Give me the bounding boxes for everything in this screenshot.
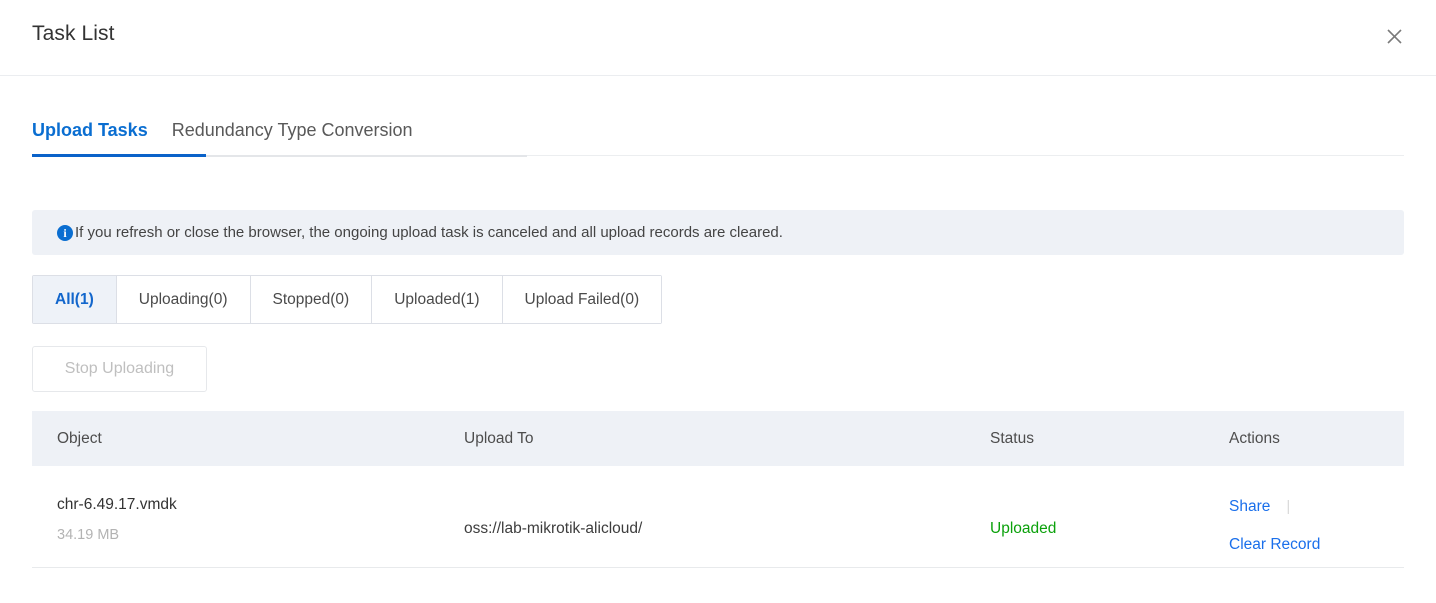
column-header-upload-to: Upload To — [464, 429, 534, 447]
object-size: 34.19 MB — [57, 526, 120, 543]
cell-object: chr-6.49.17.vmdk 34.19 MB — [32, 466, 464, 542]
stop-uploading-button[interactable]: Stop Uploading — [32, 346, 207, 392]
tab-upload-tasks[interactable]: Upload Tasks — [32, 120, 148, 155]
cell-status: Uploaded — [990, 466, 1229, 537]
table-header-row: Object Upload To Status Actions — [32, 411, 1404, 466]
object-name: chr-6.49.17.vmdk — [57, 496, 177, 513]
info-banner-text: If you refresh or close the browser, the… — [75, 224, 783, 241]
column-header-object: Object — [57, 429, 102, 447]
cell-actions: Share | Clear Record — [1229, 466, 1404, 552]
info-circle-icon: i — [57, 224, 73, 241]
column-header-actions: Actions — [1229, 429, 1280, 447]
clear-record-link[interactable]: Clear Record — [1229, 536, 1320, 553]
status-filter-group: All(1) Uploading(0) Stopped(0) Uploaded(… — [32, 275, 663, 324]
dialog-header: Task List — [0, 0, 1436, 76]
filter-uploaded[interactable]: Uploaded(1) — [372, 276, 503, 323]
share-link[interactable]: Share — [1229, 499, 1270, 515]
tab-rail-primary — [206, 155, 527, 157]
upload-tasks-table: Object Upload To Status Actions chr-6.49… — [32, 411, 1404, 568]
page-title: Task List — [32, 22, 115, 45]
filter-stopped[interactable]: Stopped(0) — [250, 276, 373, 323]
action-row-share: Share | — [1229, 499, 1404, 515]
active-tab-underline — [32, 154, 206, 157]
info-banner: i If you refresh or close the browser, t… — [32, 210, 1404, 255]
action-row-clear-record: Clear Record — [1229, 536, 1404, 553]
status-badge: Uploaded — [990, 520, 1057, 537]
filter-all[interactable]: All(1) — [33, 276, 117, 323]
action-separator: | — [1286, 498, 1291, 516]
table-row: chr-6.49.17.vmdk 34.19 MB oss://lab-mikr… — [32, 466, 1404, 568]
upload-to-path: oss://lab-mikrotik-alicloud/ — [464, 520, 643, 537]
close-icon[interactable] — [1380, 22, 1408, 50]
cell-upload-to: oss://lab-mikrotik-alicloud/ — [464, 466, 990, 537]
tab-rail-secondary — [527, 155, 1404, 156]
tab-redundancy-type-conversion[interactable]: Redundancy Type Conversion — [172, 120, 413, 155]
tab-bar: Upload Tasks Redundancy Type Conversion — [0, 120, 1436, 168]
filter-uploading[interactable]: Uploading(0) — [116, 276, 251, 323]
column-header-status: Status — [990, 429, 1034, 447]
filter-upload-failed[interactable]: Upload Failed(0) — [502, 276, 662, 323]
